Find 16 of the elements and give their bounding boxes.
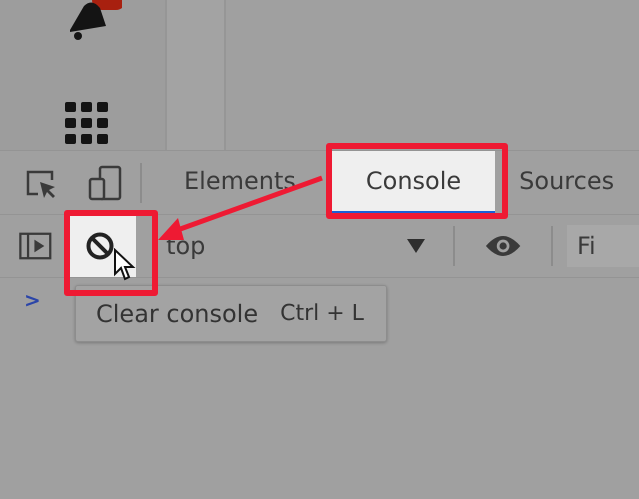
keyboard-shortcut: Ctrl + L — [280, 301, 364, 326]
mouse-cursor-icon — [113, 248, 137, 282]
console-prompt[interactable]: > — [24, 288, 41, 312]
device-toolbar-icon[interactable] — [88, 164, 122, 200]
apps-grid-icon[interactable] — [64, 102, 108, 144]
tab[interactable]: Sources — [495, 151, 638, 214]
tab[interactable]: Console — [332, 151, 496, 214]
eye-icon[interactable] — [484, 233, 522, 259]
tab[interactable]: Elements — [160, 151, 320, 214]
clear-icon — [84, 231, 115, 261]
tooltip-label: Clear console — [96, 300, 258, 328]
context-label: top — [166, 232, 206, 260]
sidebar-toggle-icon[interactable] — [19, 231, 52, 261]
filter-field[interactable]: Fi — [567, 225, 639, 267]
context-selector[interactable]: top — [166, 232, 438, 260]
dropdown-icon — [407, 239, 426, 253]
